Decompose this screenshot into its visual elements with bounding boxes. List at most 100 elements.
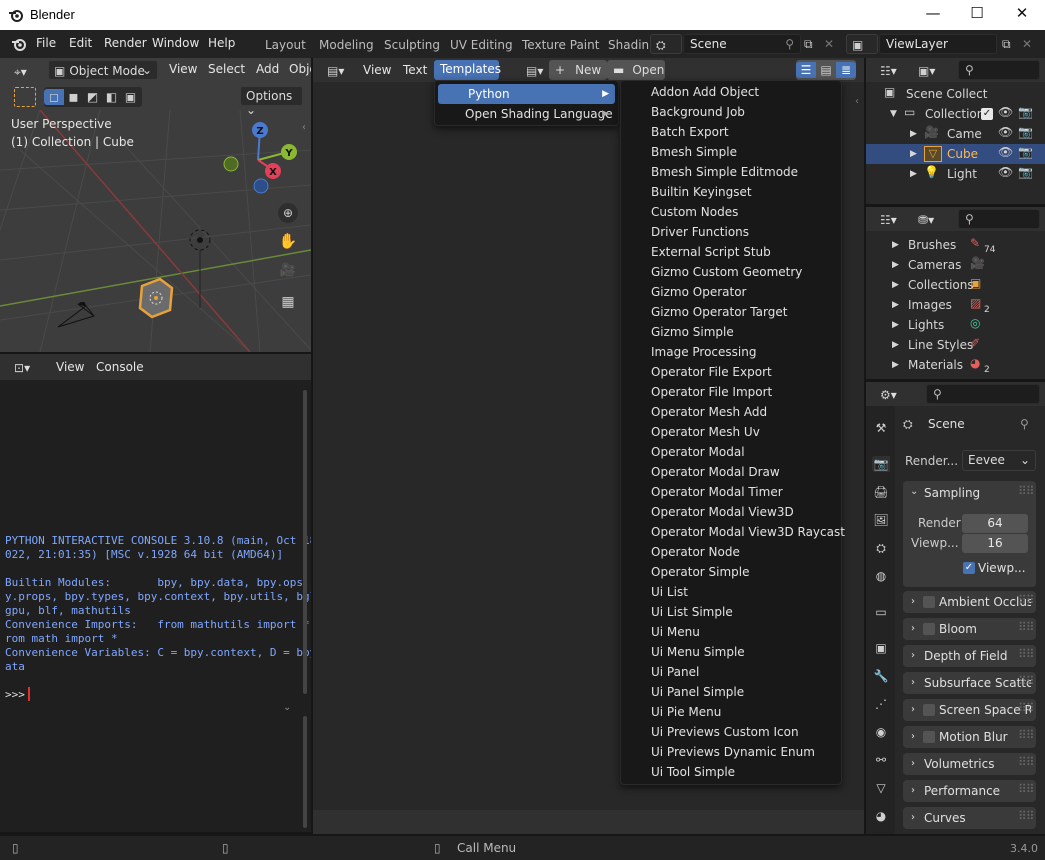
view-layer-name-field[interactable]: ViewLayer	[879, 34, 997, 54]
outliner-editor-type-button[interactable]: ☷▾	[874, 60, 906, 80]
select-intersect-icon[interactable]: ▣	[121, 89, 140, 105]
python-template-item[interactable]: Operator Simple	[651, 562, 750, 582]
drag-handle-icon[interactable]: ⠿⠿	[1018, 724, 1035, 746]
workspace-tab-modeling[interactable]: Modeling	[319, 38, 374, 52]
viewport-sidebar-toggle-icon[interactable]: ‹	[302, 122, 306, 133]
eye-icon[interactable]: 👁	[998, 124, 1013, 140]
expand-arrow-icon[interactable]: ▼	[890, 104, 897, 124]
python-template-item[interactable]: Gizmo Operator Target	[651, 302, 787, 322]
open-text-button[interactable]: ▬ Open	[607, 60, 665, 80]
python-template-item[interactable]: Operator Modal View3D Raycast	[651, 522, 845, 542]
text-browse-button[interactable]: ▤▾	[520, 60, 550, 80]
expand-arrow-icon[interactable]: ▶	[910, 144, 917, 164]
render-camera-icon[interactable]: 📷	[1018, 164, 1033, 180]
datablock-row[interactable]: ▶ Lights ◎	[866, 315, 1045, 335]
text-sidebar-toggle-icon[interactable]: ‹	[855, 96, 859, 107]
properties-tab-collection-icon[interactable]: ▭	[872, 604, 890, 620]
area-divider[interactable]	[0, 352, 311, 354]
python-template-item[interactable]: Builtin Keyingset	[651, 182, 752, 202]
python-template-item[interactable]: Driver Functions	[651, 222, 749, 242]
python-template-item[interactable]: Batch Export	[651, 122, 729, 142]
view-layer-selector-button[interactable]: ▣	[846, 34, 878, 54]
outliner-row-camera[interactable]: ▶ 🎥 Came 👁 📷	[866, 124, 1045, 144]
properties-tab-view-layer-icon[interactable]: 🖼	[872, 512, 890, 528]
text-editor-type-button[interactable]: ▤▾	[321, 60, 355, 80]
select-subtract-icon[interactable]: ◩	[83, 89, 102, 105]
python-template-item[interactable]: Operator Modal Timer	[651, 482, 783, 502]
drag-handle-icon[interactable]: ⠿⠿	[1018, 616, 1035, 638]
display-mode-button[interactable]: ▣▾	[912, 60, 944, 80]
maximize-button[interactable]: ☐	[966, 4, 988, 24]
new-text-button[interactable]: + New	[549, 60, 607, 80]
properties-tab-particles-icon[interactable]: ⋰	[872, 696, 890, 712]
expand-arrow-icon[interactable]: ▶	[910, 124, 917, 144]
datablock-row[interactable]: ▶ Brushes ✎ 74	[866, 235, 1045, 255]
scene-name-field[interactable]: Scene ⚲	[683, 34, 801, 54]
python-template-item[interactable]: Ui Menu	[651, 622, 700, 642]
python-template-item[interactable]: Operator Modal Draw	[651, 462, 780, 482]
python-template-item[interactable]: Custom Nodes	[651, 202, 738, 222]
blender-menu-icon[interactable]	[10, 36, 28, 52]
text-menu-view[interactable]: View	[363, 63, 391, 77]
python-template-item[interactable]: Ui Previews Dynamic Enum	[651, 742, 815, 762]
viewport-denoise-checkbox[interactable]: ✓	[963, 562, 975, 574]
drag-handle-icon[interactable]: ⠿⠿	[1018, 643, 1035, 665]
workspace-tab-sculpting[interactable]: Sculpting	[384, 38, 440, 52]
select-extend-icon[interactable]: ◼	[64, 89, 83, 105]
console-menu-console[interactable]: Console	[96, 360, 144, 374]
camera-view-icon[interactable]: 🎥	[278, 263, 298, 279]
properties-tab-object-icon[interactable]: ▣	[872, 640, 890, 656]
properties-tab-constraints-icon[interactable]: ⚯	[872, 752, 890, 768]
workspace-tab-uv-editing[interactable]: UV Editing	[450, 38, 513, 52]
delete-scene-icon[interactable]: ✕	[824, 36, 834, 52]
render-samples-field[interactable]: 64	[962, 514, 1028, 533]
python-template-item[interactable]: Ui Panel Simple	[651, 682, 744, 702]
python-template-item[interactable]: Ui Menu Simple	[651, 642, 745, 662]
datablock-row[interactable]: ▶ Images ▨ 2	[866, 295, 1045, 315]
word-wrap-icon[interactable]: ▤	[816, 62, 836, 78]
python-template-item[interactable]: Gizmo Simple	[651, 322, 734, 342]
exclude-checkbox[interactable]: ✓	[981, 108, 993, 120]
python-template-item[interactable]: Background Job	[651, 102, 745, 122]
python-template-item[interactable]: Ui List Simple	[651, 602, 733, 622]
eye-icon[interactable]: 👁	[998, 144, 1013, 160]
area-divider[interactable]	[311, 58, 313, 836]
expand-arrow-icon[interactable]: ▶	[892, 355, 899, 375]
properties-tab-output-icon[interactable]: 🖨	[872, 484, 890, 500]
properties-editor-type-button[interactable]: ⚙▾	[874, 384, 906, 404]
section-enable-checkbox[interactable]	[923, 704, 935, 716]
python-template-item[interactable]: Operator Modal	[651, 442, 745, 462]
file-view-editor-type-button[interactable]: ☷▾	[874, 209, 906, 229]
properties-search-input[interactable]: ⚲	[926, 384, 1040, 404]
properties-tab-physics-icon[interactable]: ◉	[872, 724, 890, 740]
select-box-tool-icon[interactable]	[14, 87, 36, 107]
workspace-tab-texture-paint[interactable]: Texture Paint	[522, 38, 599, 52]
properties-tab-data-icon[interactable]: ▽	[872, 780, 890, 796]
3d-viewport[interactable]: ⌖▾ ▣ Object Mode ⌄ View Select Add Obje ◻ …	[0, 58, 317, 352]
menu-render[interactable]: Render	[104, 36, 147, 50]
area-divider[interactable]	[866, 204, 1045, 207]
area-divider[interactable]	[864, 58, 866, 836]
outliner-search-input[interactable]: ⚲	[958, 60, 1040, 80]
drag-handle-icon[interactable]: ⠿⠿	[1018, 670, 1035, 692]
new-scene-icon[interactable]: ⧉	[804, 36, 813, 52]
close-window-button[interactable]: ✕	[1011, 4, 1033, 24]
syntax-highlight-icon[interactable]: ≣	[836, 62, 856, 78]
python-template-item[interactable]: Bmesh Simple Editmode	[651, 162, 798, 182]
outliner[interactable]: ☷▾ ▣▾ ⚲ ▣ Scene Collect ▼ ▭ Collection ✓ 👁 📷 ▶…	[866, 58, 1045, 204]
text-menu-text[interactable]: Text	[403, 63, 427, 77]
python-template-item[interactable]: Bmesh Simple	[651, 142, 737, 162]
options-dropdown[interactable]: Options ⌄	[240, 86, 303, 117]
python-template-item[interactable]: Ui Previews Custom Icon	[651, 722, 799, 742]
drag-handle-icon[interactable]: ⠿⠿	[1018, 589, 1035, 611]
workspace-tab-shading[interactable]: Shadin	[608, 38, 649, 52]
expand-arrow-icon[interactable]: ▶	[892, 315, 899, 335]
datablock-row[interactable]: ▶ Materials ◕ 2	[866, 355, 1045, 375]
outliner-row-scene-collection[interactable]: ▣ Scene Collect	[866, 84, 1045, 104]
scene-selector-button[interactable]: ⛭	[650, 34, 682, 54]
collapse-arrow-icon[interactable]: ⌄	[910, 486, 918, 497]
delete-view-layer-icon[interactable]: ✕	[1022, 36, 1032, 52]
properties-tab-world-icon[interactable]: ◍	[872, 568, 890, 584]
python-template-item[interactable]: Operator File Import	[651, 382, 772, 402]
console-scrollbar[interactable]	[303, 390, 307, 694]
